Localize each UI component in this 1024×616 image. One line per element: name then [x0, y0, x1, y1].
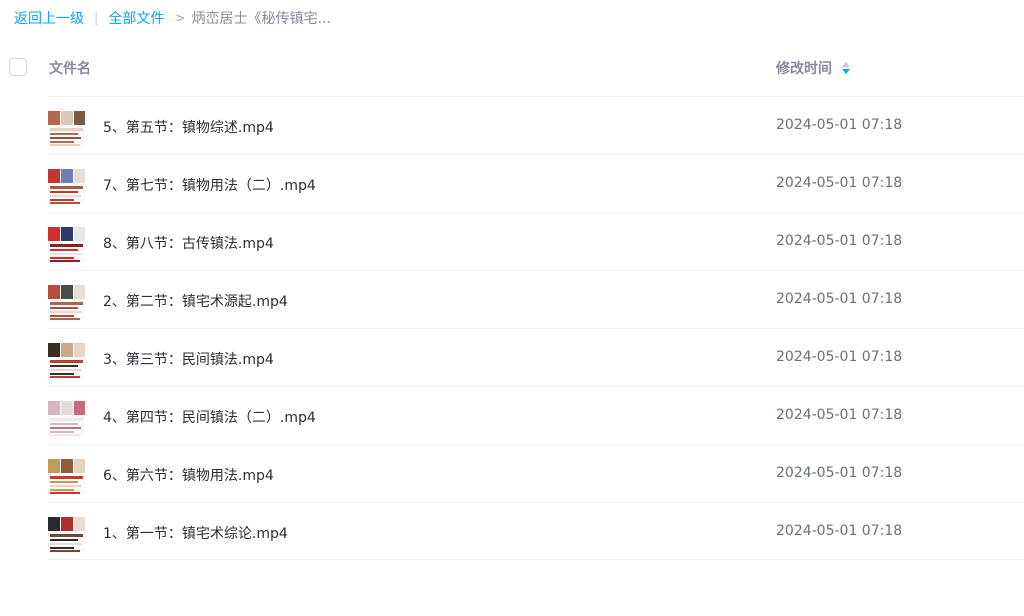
- all-files-link[interactable]: 全部文件: [108, 8, 164, 28]
- video-thumbnail-icon: [48, 459, 85, 495]
- video-thumbnail-icon: [48, 343, 85, 379]
- file-row[interactable]: 3、第三节：民间镇法.mp4 2024-05-01 07:18: [48, 328, 1024, 386]
- chevron-right-icon: >: [175, 11, 186, 25]
- file-modified-time: 2024-05-01 07:18: [776, 465, 903, 481]
- file-name[interactable]: 8、第八节：古传镇法.mp4: [103, 233, 274, 253]
- file-modified-time: 2024-05-01 07:18: [776, 117, 903, 133]
- select-all-checkbox[interactable]: [9, 58, 27, 76]
- video-thumbnail-icon: [48, 401, 85, 437]
- file-name[interactable]: 4、第四节：民间镇法（二）.mp4: [103, 407, 316, 427]
- file-name[interactable]: 3、第三节：民间镇法.mp4: [103, 349, 274, 369]
- file-modified-time: 2024-05-01 07:18: [776, 233, 903, 249]
- file-row[interactable]: 7、第七节：镇物用法（二）.mp4 2024-05-01 07:18: [48, 154, 1024, 212]
- file-name[interactable]: 1、第一节：镇宅术综论.mp4: [103, 523, 288, 543]
- file-modified-time: 2024-05-01 07:18: [776, 291, 903, 307]
- file-modified-time: 2024-05-01 07:18: [776, 407, 903, 423]
- file-row[interactable]: 4、第四节：民间镇法（二）.mp4 2024-05-01 07:18: [48, 386, 1024, 444]
- file-row[interactable]: 5、第五节：镇物综述.mp4 2024-05-01 07:18: [48, 96, 1024, 154]
- file-name[interactable]: 5、第五节：镇物综述.mp4: [103, 117, 274, 137]
- breadcrumb: 返回上一级 | 全部文件 > 炳峦居士《秘传镇宅...: [14, 8, 331, 28]
- file-modified-time: 2024-05-01 07:18: [776, 349, 903, 365]
- file-modified-time: 2024-05-01 07:18: [776, 175, 903, 191]
- video-thumbnail-icon: [48, 227, 85, 263]
- file-list-header: 文件名 修改时间: [0, 46, 1024, 96]
- file-modified-time: 2024-05-01 07:18: [776, 523, 903, 539]
- file-name[interactable]: 7、第七节：镇物用法（二）.mp4: [103, 175, 316, 195]
- file-name[interactable]: 6、第六节：镇物用法.mp4: [103, 465, 274, 485]
- sort-icon[interactable]: [842, 62, 850, 74]
- file-list: 5、第五节：镇物综述.mp4 2024-05-01 07:18 7、第七节：镇物用法…: [48, 96, 1024, 560]
- file-row[interactable]: 1、第一节：镇宅术综论.mp4 2024-05-01 07:18: [48, 502, 1024, 560]
- video-thumbnail-icon: [48, 517, 85, 553]
- file-row[interactable]: 2、第二节：镇宅术源起.mp4 2024-05-01 07:18: [48, 270, 1024, 328]
- column-header-modified-label: 修改时间: [776, 61, 832, 77]
- video-thumbnail-icon: [48, 111, 85, 147]
- column-header-name: 文件名: [49, 61, 91, 77]
- current-folder: 炳峦居士《秘传镇宅...: [191, 11, 331, 27]
- file-row[interactable]: 6、第六节：镇物用法.mp4 2024-05-01 07:18: [48, 444, 1024, 502]
- video-thumbnail-icon: [48, 285, 85, 321]
- file-name[interactable]: 2、第二节：镇宅术源起.mp4: [103, 291, 288, 311]
- file-row[interactable]: 8、第八节：古传镇法.mp4 2024-05-01 07:18: [48, 212, 1024, 270]
- video-thumbnail-icon: [48, 169, 85, 205]
- back-link[interactable]: 返回上一级: [14, 8, 84, 28]
- column-header-modified[interactable]: 修改时间: [776, 58, 850, 78]
- breadcrumb-divider: |: [94, 10, 99, 26]
